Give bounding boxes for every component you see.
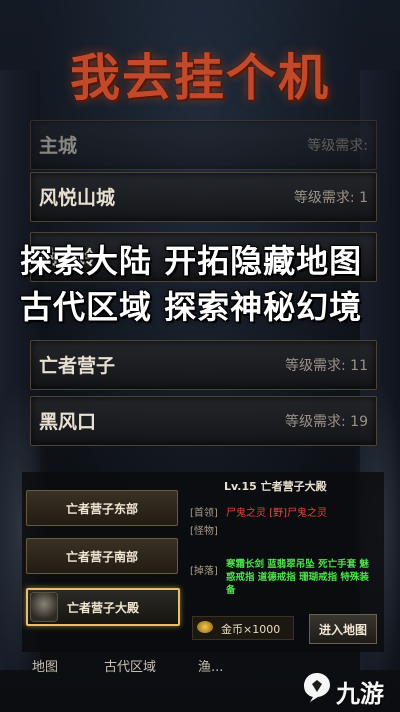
zone-requirement: 等级需求: 11 xyxy=(285,358,368,374)
zone-row-heifengkou[interactable]: 黑风口 等级需求: 19 xyxy=(30,396,377,446)
game-title: 我去挂个机 xyxy=(70,48,330,107)
sub-area-button-east[interactable]: 亡者营子东部 xyxy=(26,490,178,526)
tab-fishing[interactable]: 渔... xyxy=(198,656,223,675)
zone-name: 亡者营子 xyxy=(39,355,116,377)
zone-name: 主城 xyxy=(39,135,78,157)
zone-row-fengyue[interactable]: 风悦山城 等级需求: 1 xyxy=(30,172,377,222)
sub-area-label: 亡者营子东部 xyxy=(65,501,138,516)
drop-list: 寒霜长剑 蓝翡翠吊坠 死亡手套 魅惑戒指 道德戒指 珊瑚戒指 特殊装备 xyxy=(226,559,369,596)
tab-map[interactable]: 地图 xyxy=(32,656,58,675)
zone-requirement: 等级需求: 19 xyxy=(285,414,368,430)
promo-banner-line-2: 古代区域 探索神秘幻境 xyxy=(20,288,363,326)
nine-game-logo: 九游 xyxy=(300,668,392,708)
gold-amount: 金币×1000 xyxy=(221,623,281,636)
monster-label: [怪物] xyxy=(190,526,218,537)
zone-name: 风悦山城 xyxy=(39,187,116,209)
boss-label: [首领] xyxy=(190,508,218,519)
enter-map-button[interactable]: 进入地图 xyxy=(309,614,377,644)
tab-ancient-region[interactable]: 古代区域 xyxy=(104,656,156,675)
gold-coin-icon xyxy=(197,621,213,633)
zone-requirement: 等级需求: xyxy=(307,138,368,154)
sub-area-button-south[interactable]: 亡者营子南部 xyxy=(26,538,178,574)
boss-avatar-icon xyxy=(30,592,58,622)
zone-name: 黑风口 xyxy=(39,411,97,433)
zone-row-wangzhe[interactable]: 亡者营子 等级需求: 11 xyxy=(30,340,377,390)
zone-requirement: 等级需求: 1 xyxy=(293,190,368,206)
sub-area-label: 亡者营子南部 xyxy=(65,549,138,564)
promo-banner-line-1: 探索大陆 开拓隐藏地图 xyxy=(20,242,363,280)
zone-row-main-city[interactable]: 主城 等级需求: xyxy=(30,120,377,170)
drop-label: [掉落] xyxy=(190,566,218,577)
logo-text: 九游 xyxy=(336,680,384,708)
boss-value: 尸鬼之灵 [野]尸鬼之灵 xyxy=(226,508,327,519)
enter-map-label: 进入地图 xyxy=(318,622,367,637)
area-level-title: Lv.15 亡者营子大殿 xyxy=(224,480,327,493)
nine-game-logo-icon xyxy=(304,673,330,702)
sub-area-label: 亡者营子大殿 xyxy=(66,600,139,615)
gold-cost: 金币×1000 xyxy=(192,616,294,640)
